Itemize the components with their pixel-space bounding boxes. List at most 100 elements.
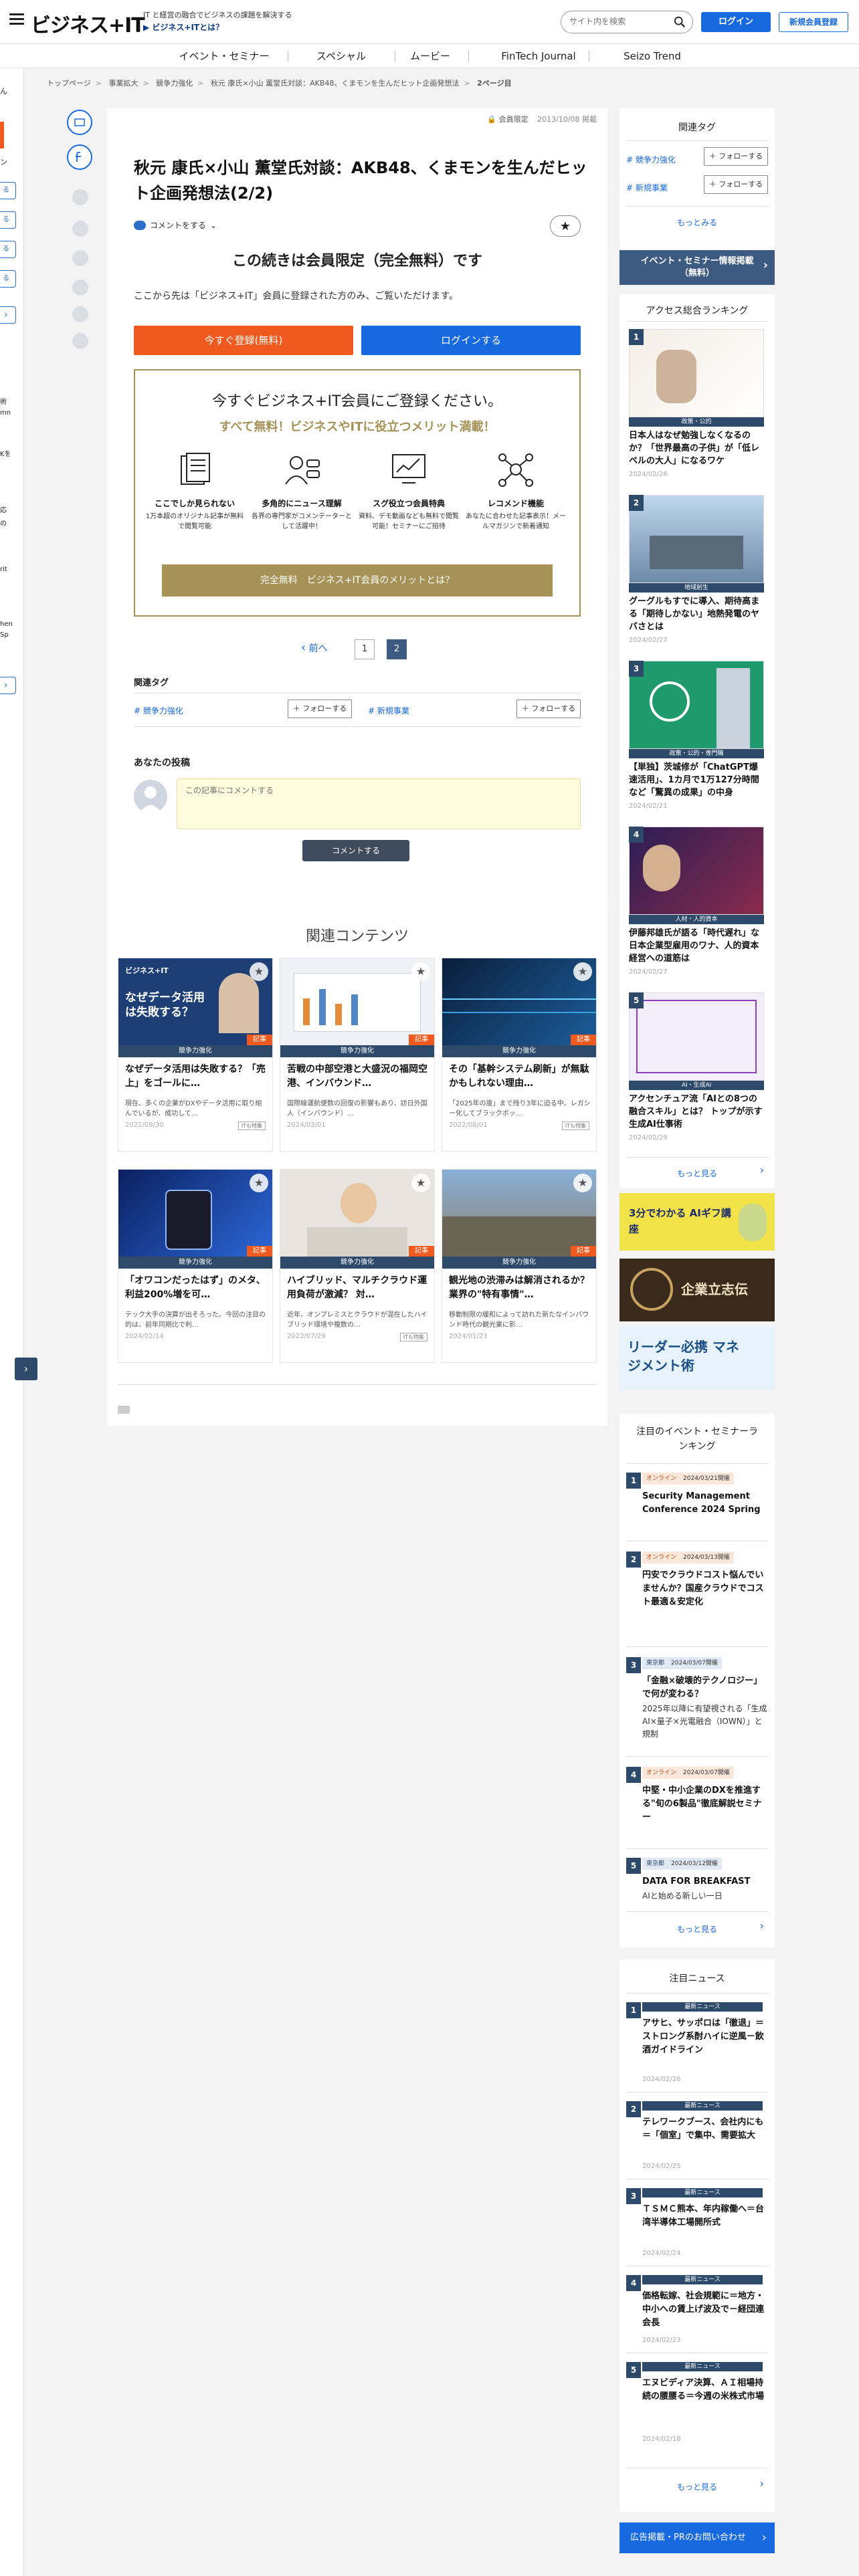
event-listing-banner[interactable]: イベント・セミナー情報掲載（無料） › [619,250,775,285]
pager-page-1[interactable]: 1 [355,639,375,659]
related-card[interactable]: 記事 ★ 競争力強化 苦戦の中部空港と大盛況の福岡空港、インバウンド… 国際線運… [280,958,435,1152]
related-card[interactable]: 記事 ★ 競争力強化 観光地の渋滞みは解消されるか？業界の"特有事情"… 移動制… [442,1169,597,1363]
divider [626,1157,768,1158]
benefit-title: スグ役立つ会員特典 [372,499,445,508]
side-menu-follow[interactable]: る [0,182,16,199]
membership-merits-button[interactable]: 完全無料 ビジネス+IT会員のメリットとは？ [162,564,553,597]
star-icon[interactable]: ★ [250,1174,268,1192]
ranking-item[interactable]: 4 人材・人的資本 伊藤邦雄氏が語る「時代遅れ」な日本企業型雇用のワナ、人的資本… [629,827,765,994]
chevron-right-icon[interactable]: › [760,2477,764,2490]
see-more-link[interactable]: もっと見る [619,1168,775,1179]
site-logo[interactable]: ビジネス+IT [31,9,145,38]
follow-button[interactable]: ＋ フォローする [704,175,768,194]
corporate-biography-banner[interactable]: 企業立志伝 [619,1259,775,1321]
related-card[interactable]: 記事 ★ 競争力強化 ハイブリッド、マルチクラウド運用負荷が激減？ 対… 近年、… [280,1169,435,1363]
news-item[interactable]: 2 最新ニュース テレワークブース、会社内にも＝「個室」で集中、需要拡大 202… [619,2101,775,2195]
bookmark-star-button[interactable]: ★ [550,215,581,237]
ranking-item[interactable]: 3 政策・公的・専門職 【単独】茨城修が「ChatGPT爆速活用」、1カ月で1万… [629,661,765,815]
event-item[interactable]: 4 オンライン 2024/03/07開催 中堅・中小企業のDXを推進する"旬の6製… [619,1767,775,1854]
chevron-right-icon[interactable]: › [760,1919,764,1932]
side-menu-follow[interactable]: る [0,211,16,229]
share-line-icon[interactable] [72,221,88,237]
star-icon[interactable]: ★ [573,1174,592,1192]
event-item[interactable]: 1 オンライン 2024/03/21開催 Security Management … [619,1473,775,1560]
register-now-button[interactable]: 今すぐ登録(無料) [134,326,353,355]
related-card[interactable]: 記事 ★ 競争力強化 「オワコンだったはず」のメタ、利益200%増を可… テック… [118,1169,273,1363]
share-facebook-button[interactable] [67,144,92,170]
breadcrumb-article[interactable]: 秋元 康氏×小山 薫堂氏対談：AKB48、くまモンを生んだヒット企画発想法 [211,79,460,88]
sidebar-tag[interactable]: # 競争力強化 [626,154,676,165]
tag-new-business[interactable]: # 新規事業 [368,705,409,716]
see-more-link[interactable]: もっと見る [619,2481,775,2492]
side-menu-label: mn [0,409,11,417]
news-item[interactable]: 4 最新ニュース 価格転嫁、社会規範に＝地方・中小への賃上げ波及で－経団連会長 … [619,2275,775,2369]
articles-icon [181,453,210,485]
ai-gift-banner[interactable]: 3分でわかる AIギフ講座 [619,1193,775,1251]
breadcrumb-business[interactable]: 事業拡大 [109,79,138,88]
hamburger-menu-icon[interactable] [9,13,24,25]
comment-link-label: コメントをする [150,221,207,230]
see-all-link[interactable]: もっとみる [619,217,775,228]
event-item[interactable]: 2 オンライン 2024/03/13開催 円安でクラウドコスト悩んでいませんか？国… [619,1551,775,1638]
pager-page-2[interactable]: 2 [387,639,407,659]
ranking-item[interactable]: 1 政策・公的 日本人はなぜ勉強しなくなるのか？「世界最高の子供」が「低レベルの… [629,329,765,483]
share-pocket-icon[interactable] [72,250,88,266]
search-input[interactable] [569,11,670,31]
ad-contact-button[interactable]: 広告掲載・PRのお問い合わせ › [619,2523,775,2553]
tag-competitiveness[interactable]: # 競争力強化 [134,705,183,716]
side-menu-label: rit [0,566,7,573]
search-icon[interactable] [674,16,686,28]
login-button[interactable]: ログイン [701,12,771,32]
breadcrumb-category[interactable]: 競争力強化 [156,79,193,88]
star-icon[interactable]: ★ [411,962,430,981]
share-mail-icon[interactable] [72,280,88,296]
login-now-button[interactable]: ログインする [361,326,581,355]
gnav-movie[interactable]: ムービー [377,44,484,68]
share-hatena-icon[interactable] [72,189,88,205]
side-menu-label: Sp [0,631,9,639]
related-card[interactable]: 記事 ★ 競争力強化 その「基幹システム刷新」が無駄かもしれない理由… 「202… [442,958,597,1152]
gnav-events[interactable]: イベント・セミナー [171,44,278,68]
news-item[interactable]: 1 最新ニュース アサヒ、サッポロは「徹退」＝ストロング系酎ハイに逆風－飲酒ガイ… [619,2002,775,2096]
your-post-heading: あなたの投稿 [134,758,190,768]
share-twitter-button[interactable] [67,110,92,135]
share-print-icon[interactable] [72,306,88,322]
star-icon[interactable]: ★ [411,1174,430,1192]
breadcrumb-top[interactable]: トップページ [47,79,91,88]
sidebar-tag[interactable]: # 新規事業 [626,182,668,193]
follow-button[interactable]: ＋ フォローする [288,700,352,718]
clock-icon [630,1268,673,1311]
gnav-fintech[interactable]: FinTech Journal [485,44,592,68]
register-button[interactable]: 新規会員登録 [779,12,848,32]
open-menu-chevron-icon[interactable]: › [15,1358,37,1380]
side-menu-follow[interactable]: る [0,241,16,258]
comment-submit-button[interactable]: コメントする [302,840,409,861]
card-badge: ITも特集 [561,1121,589,1130]
ranking-item[interactable]: 2 地域創生 グーグルもすでに導入、期待高まる「期待しかない」地熱発電のヤバさと… [629,495,765,649]
see-more-link[interactable]: もっと見る [619,1923,775,1935]
follow-button[interactable]: ＋ フォローする [704,147,768,166]
event-item[interactable]: 3 東京都 2024/03/07開催 「金融×破壊的テクノロジー」で何が変わる？ … [619,1657,775,1757]
side-menu-chevron-icon[interactable]: › [0,306,16,324]
ranking-thumbnail [629,992,764,1081]
pager-prev[interactable]: ‹ 前へ [301,641,328,655]
comment-textarea[interactable]: この記事にコメントする [177,778,581,829]
follow-button[interactable]: ＋ フォローする [516,700,581,718]
comment-link[interactable]: コメントをする ⌄ [134,219,217,231]
side-menu-label: ん [0,87,7,96]
share-copy-icon[interactable] [72,333,88,349]
side-menu-chevron-icon[interactable]: › [0,677,16,694]
related-card[interactable]: ビジネス+IT なぜデータ活用は失敗する？ 記事 ★ 競争力強化 なぜデータ活用… [118,958,273,1152]
star-icon[interactable]: ★ [573,962,592,981]
side-menu-follow[interactable]: る [0,270,16,288]
ranking-item[interactable]: 5 AI・生成AI アクセンチュア流「AIとの8つの融合スキル」とは？ トップが… [629,992,765,1153]
chevron-right-icon[interactable]: › [760,1164,764,1176]
news-item[interactable]: 5 最新ニュース エヌビディア決算、ＡＩ相場持続の腰腰る＝今週の米株式市場 20… [619,2362,775,2456]
site-search[interactable] [561,11,693,33]
management-banner[interactable]: リーダー必携 マネジメント術 [619,1327,775,1390]
news-item[interactable]: 3 最新ニュース ＴＳＭＣ熊本、年内稼働へ＝台湾半導体工場開所式 2024/02… [619,2188,775,2282]
star-icon[interactable]: ★ [250,962,268,981]
gnav-seizo[interactable]: Seizo Trend [599,44,706,68]
about-link[interactable]: ▶ ビジネス+ITとは？ [143,21,223,33]
event-item[interactable]: 5 東京都 2024/03/12開催 DATA FOR BREAKFAST AIと… [619,1858,775,1918]
